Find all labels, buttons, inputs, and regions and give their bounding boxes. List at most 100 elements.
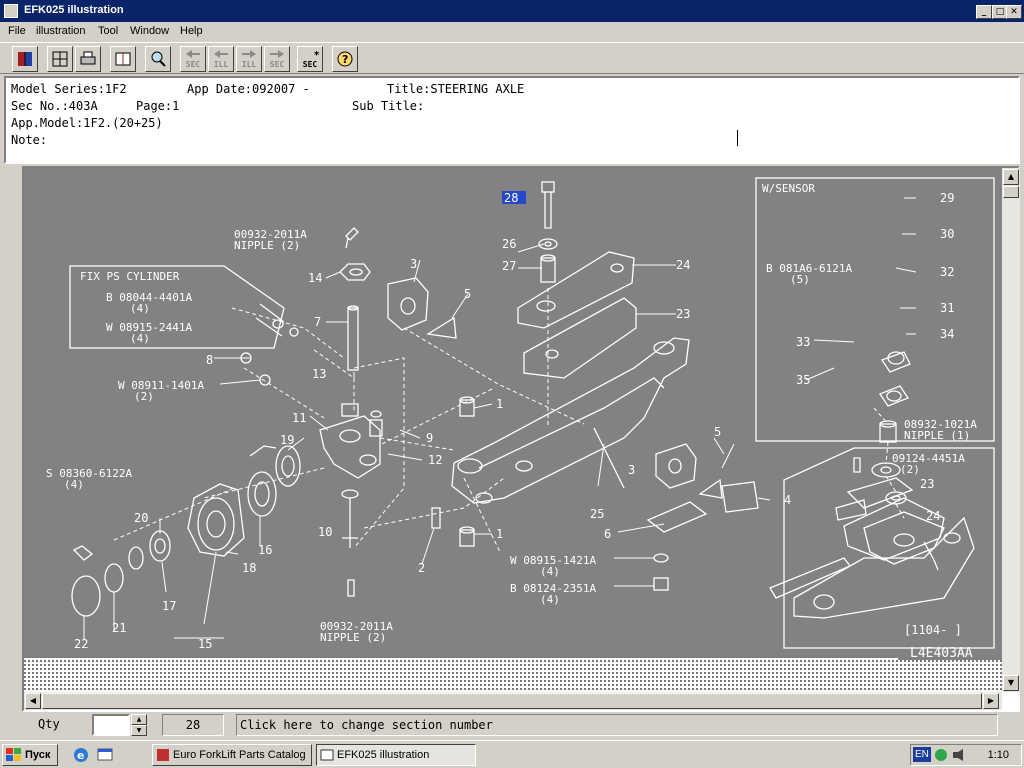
- callout-14[interactable]: 14: [308, 271, 322, 285]
- callout-3[interactable]: 3: [410, 257, 417, 271]
- printer-icon: [80, 51, 96, 65]
- menu-window[interactable]: Window: [130, 25, 169, 37]
- qty-spin-down[interactable]: ▼: [131, 725, 147, 736]
- callout-12[interactable]: 12: [428, 453, 442, 467]
- close-button[interactable]: ✕: [1006, 5, 1022, 19]
- network-icon[interactable]: [933, 747, 949, 763]
- search-button[interactable]: [145, 46, 171, 72]
- callout-18[interactable]: 18: [242, 561, 256, 575]
- callout-13[interactable]: 13: [312, 367, 326, 381]
- callout-27[interactable]: 27: [502, 259, 516, 273]
- window-title: EFK025 illustration: [24, 4, 124, 16]
- callout-1a[interactable]: 1: [496, 397, 503, 411]
- vertical-scroll-thumb[interactable]: [1003, 186, 1019, 198]
- callout-17[interactable]: 17: [162, 599, 176, 613]
- callout-5[interactable]: 5: [464, 287, 471, 301]
- clock[interactable]: 1:10: [988, 749, 1009, 761]
- callout-33[interactable]: 33: [796, 335, 810, 349]
- horizontal-scrollbar[interactable]: ◀ ▶: [24, 692, 1002, 710]
- minimize-button[interactable]: _: [976, 5, 992, 19]
- taskbar-euro-forklift[interactable]: Euro ForkLift Parts Catalog: [152, 744, 312, 766]
- next-section-button[interactable]: SEC: [264, 46, 290, 72]
- callout-16[interactable]: 16: [258, 543, 272, 557]
- callout-24b[interactable]: 24: [926, 509, 940, 523]
- callout-10[interactable]: 10: [318, 525, 332, 539]
- change-section-prompt[interactable]: Click here to change section number: [236, 714, 998, 736]
- parts-book-button[interactable]: [12, 46, 38, 72]
- callout-29[interactable]: 29: [940, 191, 954, 205]
- callout-30[interactable]: 30: [940, 227, 954, 241]
- callout-5b[interactable]: 5: [714, 425, 721, 439]
- qty-spin-up[interactable]: ▲: [131, 714, 147, 725]
- qty-input[interactable]: [92, 714, 130, 736]
- prev-illustration-button[interactable]: ILL: [208, 46, 234, 72]
- callout-7[interactable]: 7: [314, 315, 321, 329]
- internet-explorer-icon[interactable]: e: [72, 746, 90, 764]
- part-label-nipple-bottom-qty: NIPPLE (2): [320, 631, 386, 644]
- part-label-nipple-top-qty: NIPPLE (2): [234, 239, 300, 252]
- prev-section-button[interactable]: SEC: [180, 46, 206, 72]
- callout-9[interactable]: 9: [426, 431, 433, 445]
- section-jump-button[interactable]: * SEC: [297, 46, 323, 72]
- callout-19[interactable]: 19: [280, 433, 294, 447]
- help-button[interactable]: ?: [332, 46, 358, 72]
- svg-text:e: e: [77, 749, 84, 762]
- menu-tool[interactable]: Tool: [98, 25, 118, 37]
- qty-label: Qty: [38, 717, 60, 731]
- callout-34[interactable]: 34: [940, 327, 954, 341]
- menu-illustration[interactable]: illustration: [36, 25, 86, 37]
- callout-1b[interactable]: 1: [496, 527, 503, 541]
- part-label-w08911[interactable]: W 08911-1401A: [118, 379, 204, 392]
- vertical-scrollbar[interactable]: ▲ ▼: [1002, 168, 1020, 692]
- callout-11[interactable]: 11: [292, 411, 306, 425]
- callout-6[interactable]: 6: [604, 527, 611, 541]
- volume-icon[interactable]: [951, 747, 967, 763]
- callout-2[interactable]: 2: [418, 561, 425, 575]
- parts-illustration[interactable]: 28 26 27 24 23 3 5 14 7 8 13 11 9 12 19 …: [24, 168, 1002, 692]
- menu-file[interactable]: File: [8, 25, 26, 37]
- search-icon: [151, 51, 166, 67]
- horizontal-scroll-thumb[interactable]: [42, 693, 982, 709]
- open-book-button[interactable]: [110, 46, 136, 72]
- callout-25[interactable]: 25: [590, 507, 604, 521]
- callout-4[interactable]: 4: [784, 493, 791, 507]
- callout-28[interactable]: 28: [504, 191, 518, 205]
- callout-23[interactable]: 23: [676, 307, 690, 321]
- callout-23b[interactable]: 23: [920, 477, 934, 491]
- callout-31[interactable]: 31: [940, 301, 954, 315]
- callout-3b[interactable]: 3: [628, 463, 635, 477]
- print-button[interactable]: [75, 46, 101, 72]
- next-illustration-button[interactable]: ILL: [236, 46, 262, 72]
- section-number-box[interactable]: 28: [162, 714, 224, 736]
- grid-icon: [52, 51, 68, 67]
- callout-26[interactable]: 26: [502, 237, 516, 251]
- scroll-down-button[interactable]: ▼: [1003, 675, 1019, 691]
- callout-35[interactable]: 35: [796, 373, 810, 387]
- scroll-right-button[interactable]: ▶: [983, 693, 999, 709]
- help-icon: ?: [337, 51, 353, 67]
- callout-8[interactable]: 8: [206, 353, 213, 367]
- part-label-s08360[interactable]: S 08360-6122A: [46, 467, 132, 480]
- illustration-viewer[interactable]: 28 26 27 24 23 3 5 14 7 8 13 11 9 12 19 …: [22, 166, 1020, 712]
- language-indicator[interactable]: EN: [913, 747, 931, 762]
- callout-21[interactable]: 21: [112, 621, 126, 635]
- show-desktop-icon[interactable]: [96, 746, 114, 764]
- svg-text:?: ?: [342, 53, 348, 66]
- taskbar: Пуск e Euro ForkLift Parts Catalog EFK02…: [0, 740, 1024, 768]
- callout-24[interactable]: 24: [676, 258, 690, 272]
- callout-15[interactable]: 15: [198, 637, 212, 651]
- taskbar-efk025[interactable]: EFK025 illustration: [316, 744, 476, 766]
- menu-help[interactable]: Help: [180, 25, 203, 37]
- start-button[interactable]: Пуск: [2, 744, 58, 766]
- scroll-up-button[interactable]: ▲: [1003, 169, 1019, 185]
- part-label-b081a6-qty: (5): [790, 273, 810, 286]
- app-icon[interactable]: [4, 4, 18, 18]
- toolbar: SEC ILL ILL SEC * SEC ?: [0, 42, 1024, 74]
- scroll-left-button[interactable]: ◀: [25, 693, 41, 709]
- callout-20[interactable]: 20: [134, 511, 148, 525]
- app-date: App Date:092007 -: [187, 82, 310, 96]
- callout-22[interactable]: 22: [74, 637, 88, 651]
- grid-button[interactable]: [47, 46, 73, 72]
- callout-32[interactable]: 32: [940, 265, 954, 279]
- w-sensor-title: W/SENSOR: [762, 182, 815, 195]
